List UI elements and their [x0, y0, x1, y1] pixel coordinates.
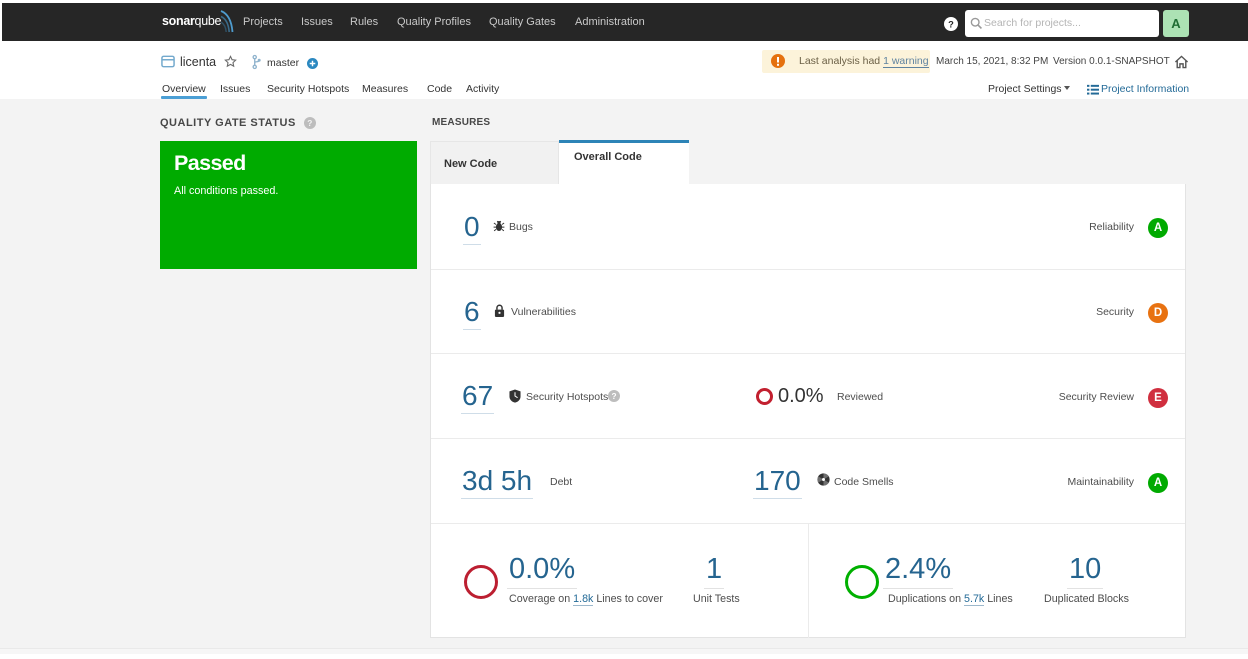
svg-text:?: ? — [948, 19, 954, 29]
svg-text:?: ? — [308, 118, 314, 128]
svg-text:?: ? — [611, 391, 616, 401]
